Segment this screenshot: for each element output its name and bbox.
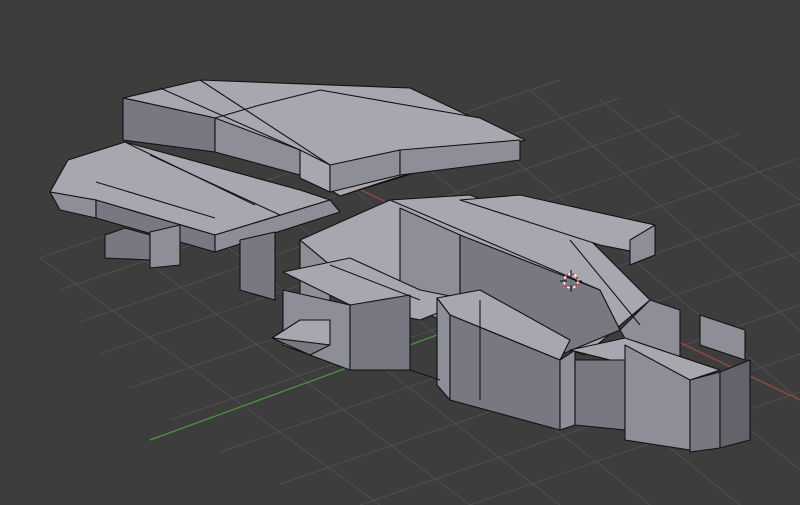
ship-mesh-lower[interactable]	[271, 194, 751, 453]
viewport-canvas[interactable]	[0, 0, 800, 505]
3d-viewport[interactable]	[0, 0, 800, 505]
